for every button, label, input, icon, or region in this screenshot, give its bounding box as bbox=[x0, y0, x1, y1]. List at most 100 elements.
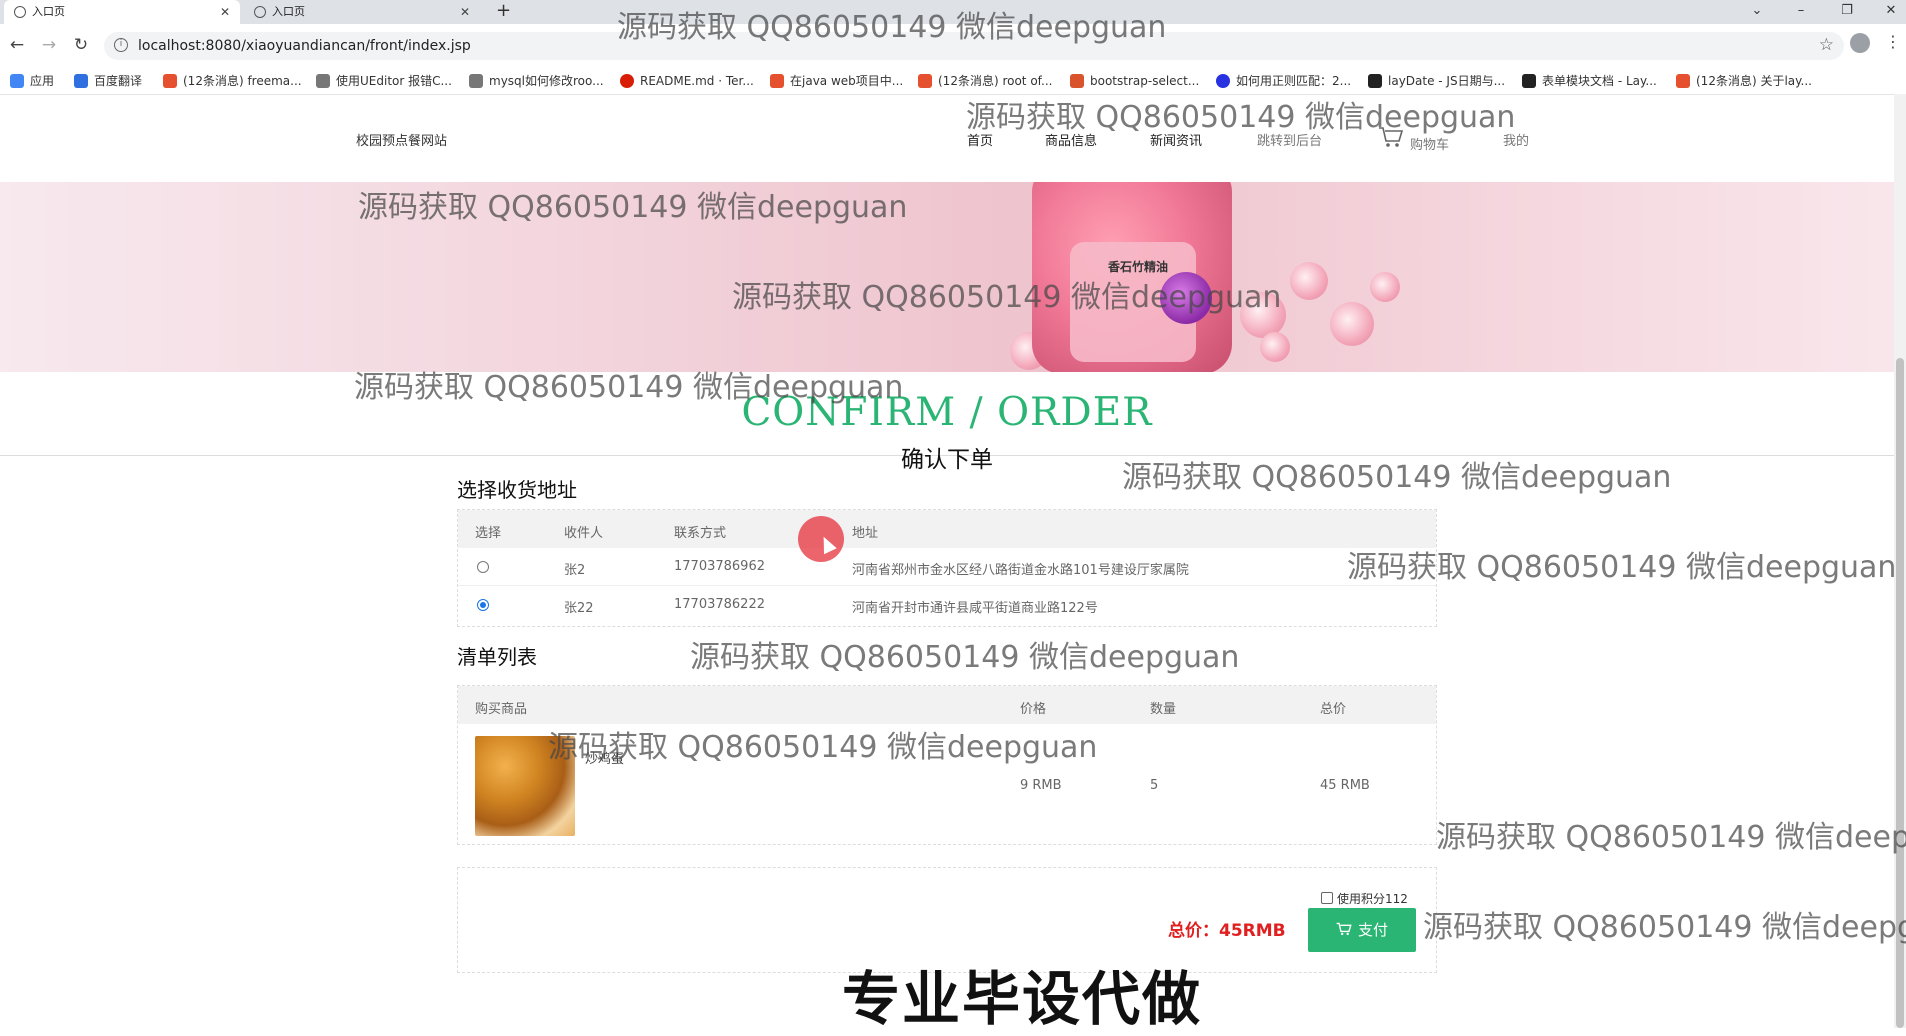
use-points-label[interactable]: 使用积分112 bbox=[1337, 890, 1408, 907]
baidu-translate-icon bbox=[74, 73, 88, 88]
address-table-header: 选择 收件人 联系方式 地址 bbox=[458, 510, 1436, 548]
pay-button-label: 支付 bbox=[1357, 921, 1388, 939]
col-price: 价格 bbox=[1020, 702, 1047, 717]
promo-overlay-text: 专业毕设代做 bbox=[842, 965, 1203, 1033]
rose-decoration bbox=[1260, 332, 1290, 362]
use-points-checkbox[interactable] bbox=[1321, 892, 1333, 904]
close-window-button[interactable]: ✕ bbox=[1876, 0, 1906, 24]
rose-decoration bbox=[1330, 302, 1374, 346]
site-logo-text[interactable]: 校园预点餐网站 bbox=[356, 130, 447, 149]
bookmark-item[interactable]: bootstrap-select... bbox=[1070, 68, 1199, 94]
globe-icon bbox=[254, 6, 266, 18]
tab-search-icon[interactable]: ⌄ bbox=[1742, 0, 1772, 24]
page-scrollbar[interactable] bbox=[1894, 94, 1906, 1028]
gitee-icon bbox=[620, 73, 634, 88]
page-icon bbox=[316, 73, 330, 88]
recipient-phone: 17703786962 bbox=[674, 559, 765, 574]
carnation-flower bbox=[1160, 272, 1212, 324]
bookmarks-bar: 应用 百度翻译 (12条消息) freema... 使用UEditor 报错C.… bbox=[0, 68, 1906, 95]
bookmark-item[interactable]: 表单模块文档 - Lay... bbox=[1522, 68, 1657, 94]
browser-tab[interactable]: 入口页 ✕ bbox=[244, 0, 480, 24]
product-name[interactable]: 炒鸡蛋 bbox=[585, 748, 624, 767]
csdn-icon bbox=[770, 73, 784, 88]
col-total: 总价 bbox=[1320, 702, 1347, 717]
csdn-icon bbox=[918, 73, 932, 88]
order-table-header: 购买商品 价格 数量 总价 bbox=[458, 686, 1436, 724]
address-radio-selected[interactable] bbox=[477, 599, 489, 611]
apps-grid-icon bbox=[10, 73, 24, 88]
csdn-icon bbox=[1676, 73, 1690, 88]
recipient-address: 河南省郑州市金水区经八路街道金水路101号建设厅家属院 bbox=[852, 563, 1189, 578]
recipient-name: 张22 bbox=[564, 601, 594, 616]
rose-decoration bbox=[1370, 272, 1400, 302]
col-select: 选择 bbox=[475, 526, 502, 541]
forward-button[interactable]: → bbox=[38, 35, 60, 55]
jar-brand-text: 香石竹精油 bbox=[1108, 260, 1169, 274]
rose-decoration bbox=[1240, 292, 1286, 338]
profile-avatar-icon[interactable] bbox=[1850, 33, 1870, 53]
col-product: 购买商品 bbox=[475, 702, 528, 717]
reload-button[interactable]: ↻ bbox=[70, 35, 92, 55]
cart-icon[interactable] bbox=[1378, 126, 1404, 148]
bookmark-item[interactable]: 在java web项目中... bbox=[770, 68, 903, 94]
nav-mine[interactable]: 我的 bbox=[1503, 130, 1529, 149]
bootstrap-icon bbox=[1070, 73, 1084, 88]
bookmark-item[interactable]: layDate - JS日期与... bbox=[1368, 68, 1505, 94]
nav-admin[interactable]: 跳转到后台 bbox=[1257, 130, 1322, 149]
site-info-icon[interactable]: i bbox=[114, 38, 128, 52]
product-price: 9 RMB bbox=[1020, 778, 1062, 793]
address-heading: 选择收货地址 bbox=[457, 478, 577, 502]
watermark: 源码获取 QQ86050149 微信deepg bbox=[1436, 820, 1906, 855]
baidu-paw-icon bbox=[1216, 73, 1230, 88]
nav-home[interactable]: 首页 bbox=[967, 130, 993, 149]
bookmark-item[interactable]: 如何用正则匹配：2... bbox=[1216, 68, 1351, 94]
layui-icon bbox=[1522, 73, 1536, 88]
nav-news[interactable]: 新闻资讯 bbox=[1150, 130, 1202, 149]
col-quantity: 数量 bbox=[1150, 702, 1177, 717]
recipient-name: 张2 bbox=[564, 563, 586, 578]
restore-button[interactable]: ❐ bbox=[1832, 0, 1862, 24]
minimize-button[interactable]: – bbox=[1786, 0, 1816, 24]
scrollbar-thumb[interactable] bbox=[1896, 358, 1904, 1028]
layui-icon bbox=[1368, 73, 1382, 88]
bookmark-apps[interactable]: 应用 bbox=[10, 68, 54, 94]
hero-banner: 香石竹精油 bbox=[0, 182, 1906, 372]
browser-tab-bar: 入口页 ✕ 入口页 ✕ + ⌄ – ❐ ✕ bbox=[0, 0, 1906, 24]
recipient-address: 河南省开封市通许县咸平街道商业路122号 bbox=[852, 601, 1098, 616]
recipient-phone: 17703786222 bbox=[674, 597, 765, 612]
bookmark-item[interactable]: (12条消息) 关于lay... bbox=[1676, 68, 1812, 94]
tab-close-icon[interactable]: ✕ bbox=[460, 0, 470, 24]
page-title-en: CONFIRM / ORDER bbox=[741, 390, 1153, 435]
page-icon bbox=[469, 73, 483, 88]
tab-title: 入口页 bbox=[32, 5, 65, 18]
bookmark-item[interactable]: 百度翻译 bbox=[74, 68, 142, 94]
bookmark-item[interactable]: (12条消息) root of... bbox=[918, 68, 1052, 94]
back-button[interactable]: ← bbox=[6, 35, 28, 55]
cart-icon bbox=[1336, 922, 1352, 935]
address-radio[interactable] bbox=[477, 561, 489, 573]
browser-tab-active[interactable]: 入口页 ✕ bbox=[4, 0, 240, 24]
nav-products[interactable]: 商品信息 bbox=[1045, 130, 1097, 149]
col-recipient: 收件人 bbox=[564, 526, 604, 541]
pay-button[interactable]: 支付 bbox=[1308, 908, 1416, 952]
browser-menu-icon[interactable]: ⋮ bbox=[1885, 32, 1901, 51]
bookmark-item[interactable]: 使用UEditor 报错C... bbox=[316, 68, 452, 94]
nav-cart[interactable]: 购物车 bbox=[1410, 134, 1449, 153]
bookmark-item[interactable]: (12条消息) freema... bbox=[163, 68, 302, 94]
bookmark-star-icon[interactable]: ☆ bbox=[1819, 35, 1834, 55]
watermark: 源码获取 QQ86050149 微信deepg bbox=[1423, 910, 1906, 945]
product-quantity: 5 bbox=[1150, 778, 1159, 793]
bookmark-item[interactable]: mysql如何修改roo... bbox=[469, 68, 604, 94]
product-total: 45 RMB bbox=[1320, 778, 1370, 793]
row-divider bbox=[458, 585, 1436, 586]
url-text[interactable]: localhost:8080/xiaoyuandiancan/front/ind… bbox=[138, 32, 471, 60]
bookmark-item[interactable]: README.md · Ter... bbox=[620, 68, 754, 94]
order-list-heading: 清单列表 bbox=[457, 645, 537, 669]
watermark: 源码获取 QQ86050149 微信deepguan bbox=[690, 640, 1240, 675]
rose-decoration bbox=[1290, 262, 1328, 300]
new-tab-button[interactable]: + bbox=[496, 0, 511, 22]
product-image[interactable] bbox=[475, 736, 575, 836]
tab-close-icon[interactable]: ✕ bbox=[220, 0, 230, 24]
col-phone: 联系方式 bbox=[674, 526, 727, 541]
address-bar[interactable]: i localhost:8080/xiaoyuandiancan/front/i… bbox=[104, 32, 1844, 60]
